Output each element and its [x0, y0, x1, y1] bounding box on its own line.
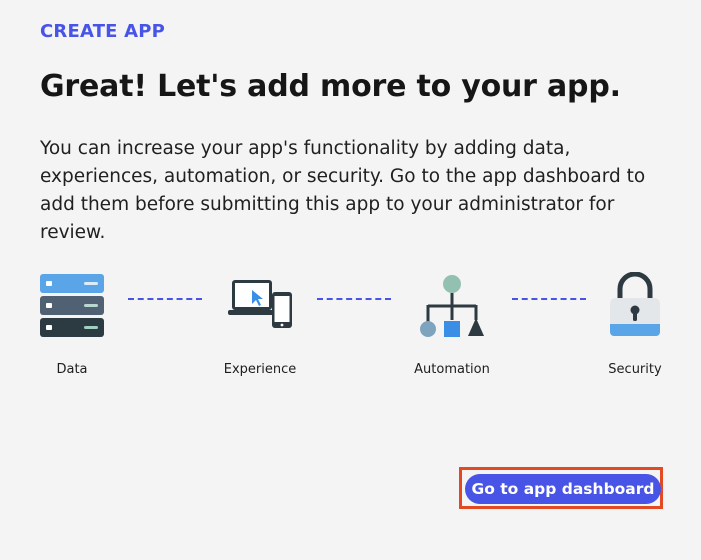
step-label-automation: Automation — [414, 362, 490, 377]
connector-line — [317, 298, 391, 300]
devices-icon — [228, 280, 292, 328]
step-label-experience: Experience — [223, 362, 297, 377]
step-label-data: Data — [56, 362, 88, 377]
page-description: You can increase your app's functionalit… — [40, 138, 646, 243]
section-eyebrow: CREATE APP — [40, 21, 166, 42]
connector-line — [512, 298, 586, 300]
create-app-page: CREATE APP Great! Let's add more to your… — [0, 0, 701, 560]
workflow-icon — [420, 275, 484, 337]
connector-line — [128, 298, 202, 300]
feature-steps: Data Experience Automation Security — [0, 270, 701, 390]
go-to-app-dashboard-button[interactable]: Go to app dashboard — [465, 474, 661, 504]
page-title: Great! Let's add more to your app. — [40, 69, 621, 104]
step-label-security: Security — [608, 362, 662, 377]
lock-icon — [610, 272, 660, 336]
database-icon — [40, 274, 104, 337]
